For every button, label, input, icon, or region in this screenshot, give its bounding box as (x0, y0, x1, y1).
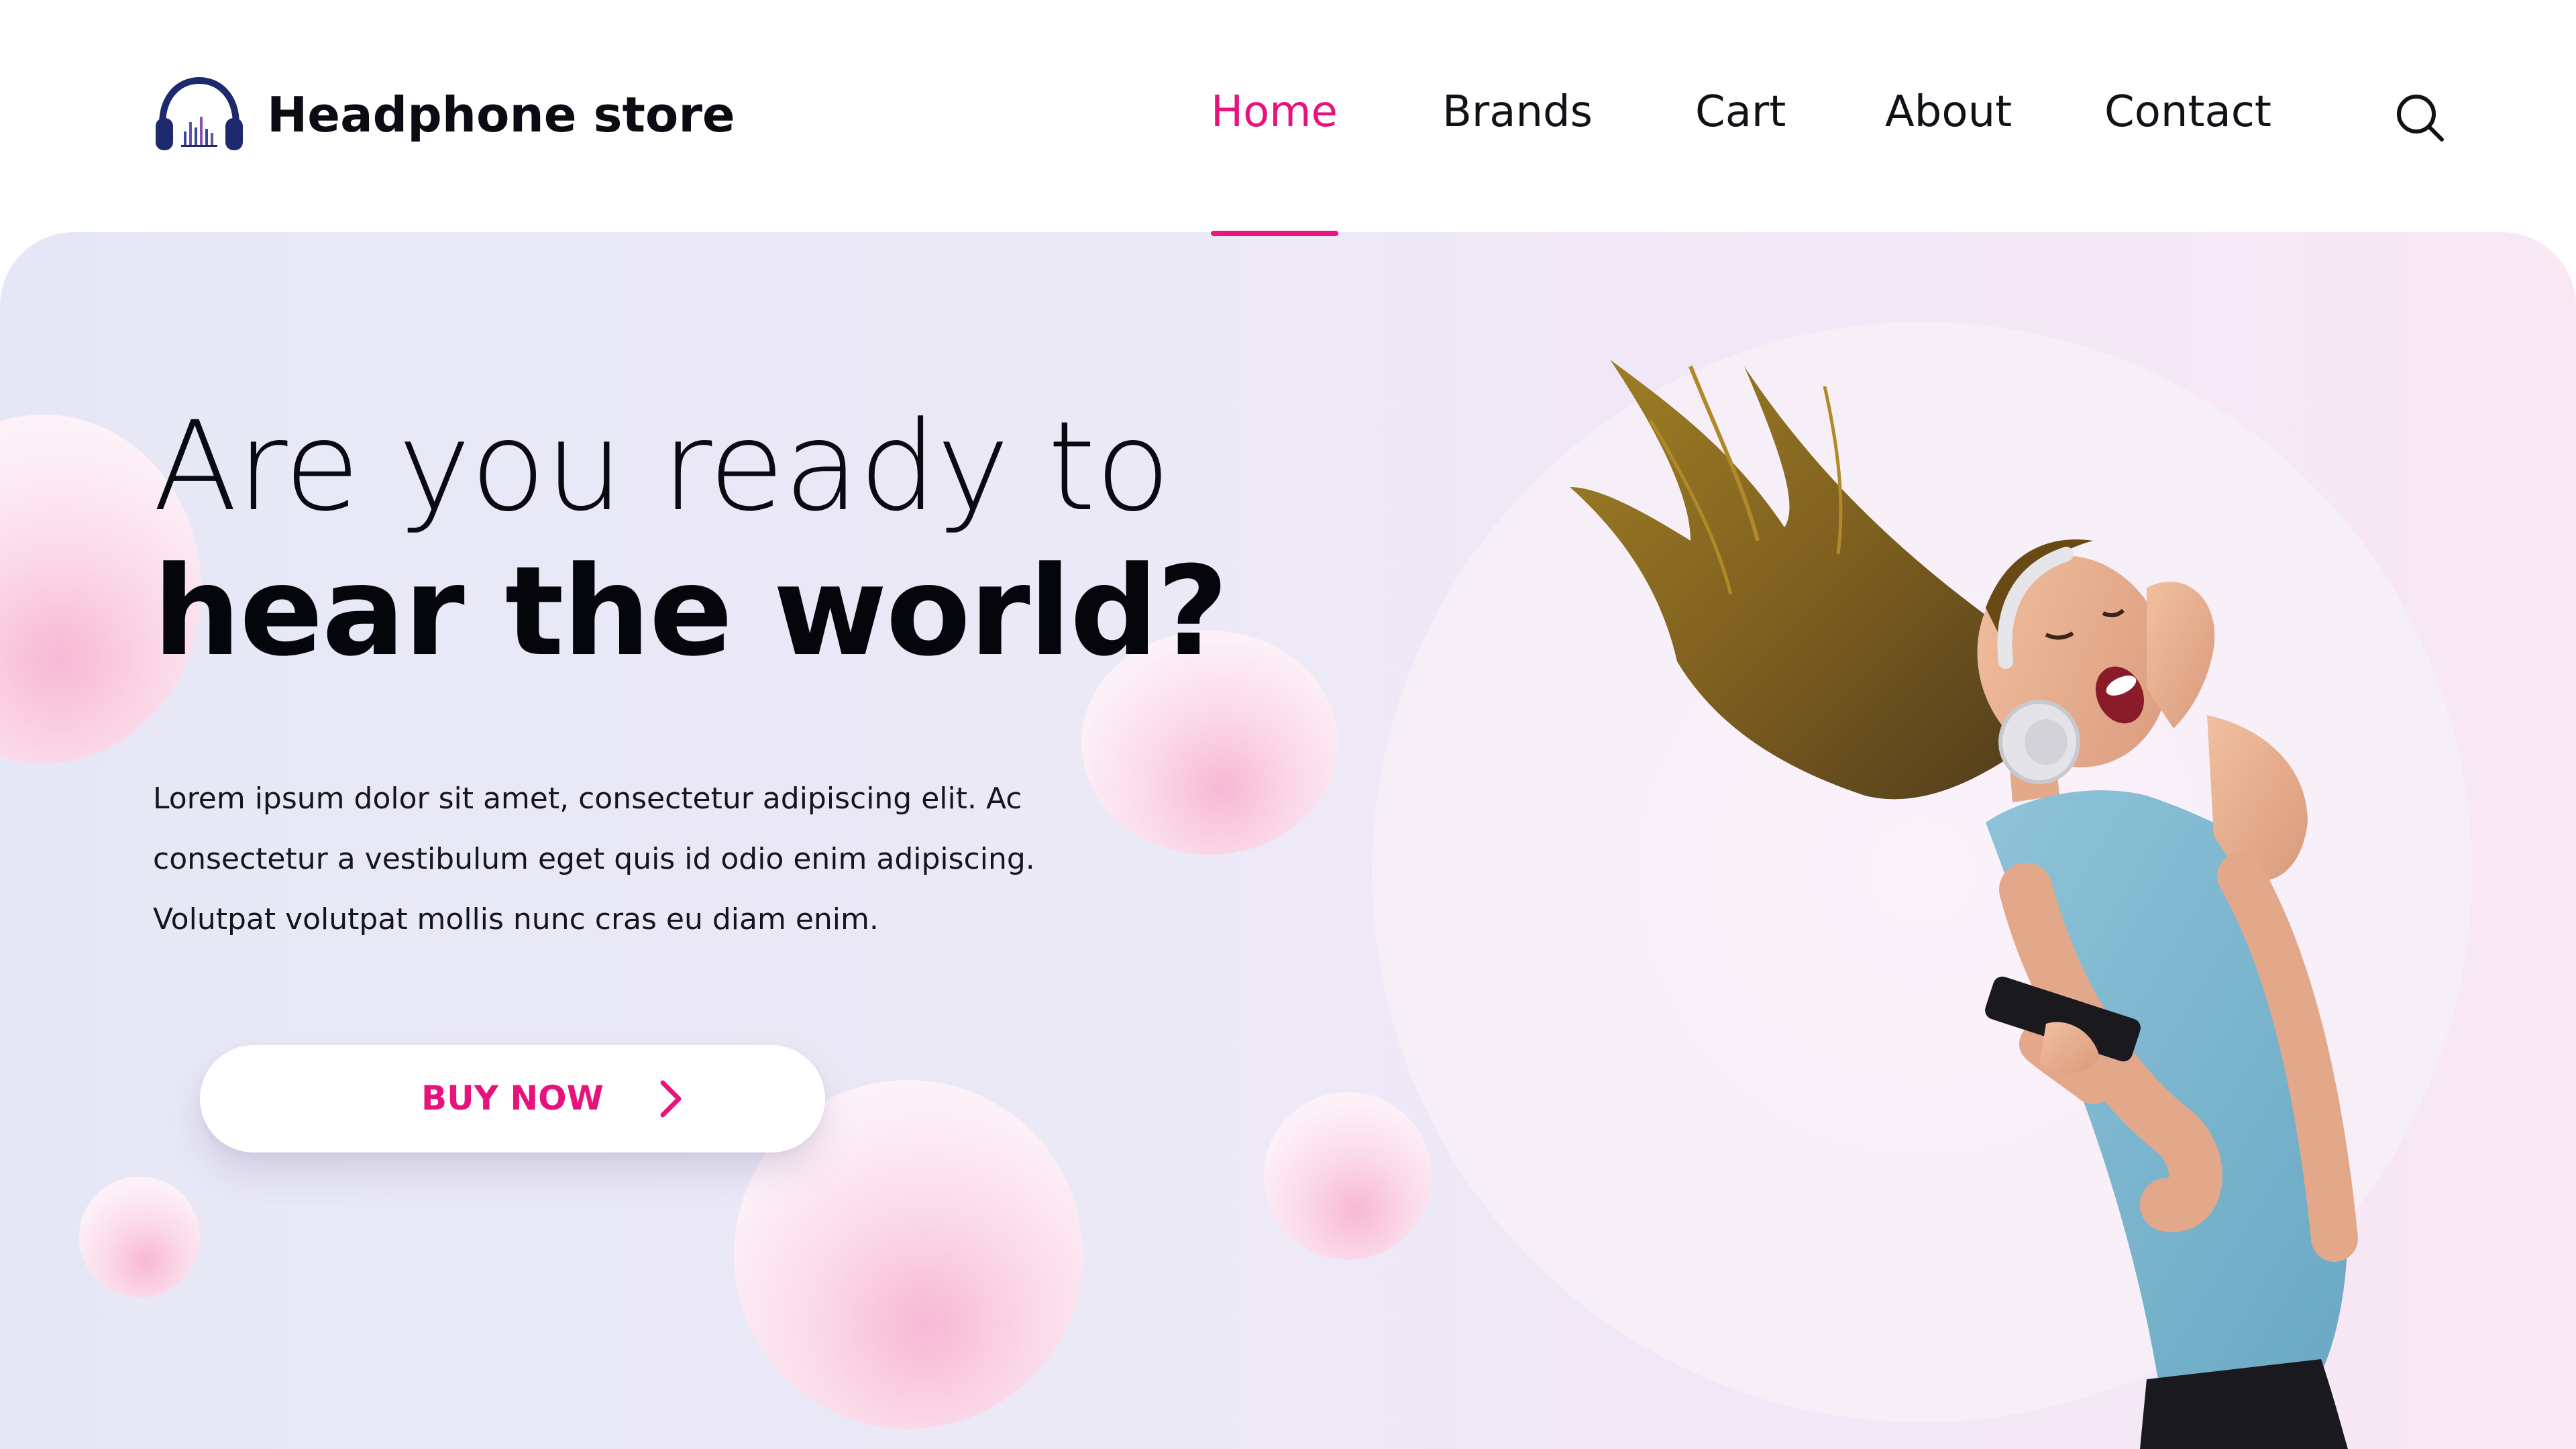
headphones-icon (156, 76, 243, 150)
buy-now-label: BUY NOW (421, 1079, 604, 1118)
nav-item-about[interactable]: About (1885, 87, 2012, 137)
headline-line-2: hear the world? (153, 540, 1228, 684)
hero-headline: Are you ready to hear the world? (153, 395, 1228, 684)
woman-with-headphones-image (1570, 360, 2358, 1449)
site-header: Headphone store Home Brands Cart About C… (0, 0, 2576, 233)
brand-logo[interactable]: Headphone store (154, 75, 735, 154)
decorative-bubble (79, 1177, 200, 1297)
nav-item-cart[interactable]: Cart (1695, 87, 1786, 137)
nav-item-brands[interactable]: Brands (1442, 87, 1593, 137)
brand-name: Headphone store (267, 87, 735, 143)
buy-now-button[interactable]: BUY NOW (200, 1045, 825, 1152)
chevron-right-icon (660, 1080, 682, 1118)
search-icon (2397, 95, 2444, 142)
active-nav-indicator (1211, 231, 1338, 236)
search-button[interactable] (2394, 91, 2447, 145)
description-line: consectetur a vestibulum eget quis id od… (153, 842, 1035, 876)
nav-item-home[interactable]: Home (1211, 87, 1338, 137)
headline-line-1: Are you ready to (153, 395, 1171, 539)
nav-item-contact[interactable]: Contact (2104, 87, 2271, 137)
description-line: Lorem ipsum dolor sit amet, consectetur … (153, 782, 1022, 816)
hero-section: Are you ready to hear the world? Lorem i… (0, 232, 2576, 1449)
hero-description: Lorem ipsum dolor sit amet, consectetur … (153, 769, 1092, 950)
description-line: Volutpat volutpat mollis nunc cras eu di… (153, 902, 879, 936)
